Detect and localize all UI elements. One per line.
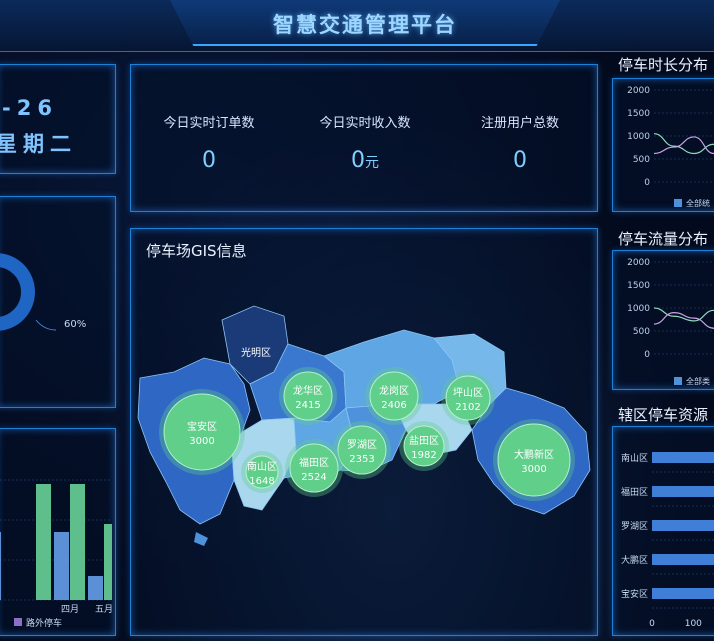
district-bar bbox=[652, 520, 714, 531]
map-island bbox=[194, 532, 208, 546]
district-value-label: 2406 bbox=[381, 400, 406, 411]
district-name-label: 福田区 bbox=[299, 456, 329, 469]
kpi-users-label: 注册用户总数 bbox=[480, 116, 559, 131]
y-tick-label: 2000 bbox=[627, 258, 650, 268]
kpi-panel bbox=[130, 64, 598, 212]
district-value-label: 3000 bbox=[521, 464, 546, 475]
bar-series-a bbox=[54, 532, 69, 600]
bar-month-label: 五月 bbox=[95, 604, 112, 615]
donut-percent-label: 60% bbox=[64, 319, 86, 330]
bar-series-a bbox=[88, 576, 103, 600]
y-tick-label: 1500 bbox=[627, 109, 650, 119]
donut-leader-line bbox=[35, 319, 57, 331]
district-value-label: 3000 bbox=[189, 436, 214, 447]
flow-title: 停车流量分布 bbox=[618, 230, 709, 248]
kpi-orders-label: 今日实时订单数 bbox=[163, 116, 255, 131]
duration-title: 停车时长分布 bbox=[618, 56, 709, 74]
district-value-label: 2102 bbox=[455, 402, 480, 413]
line-legend-swatch bbox=[674, 377, 682, 385]
district-value-label: 1648 bbox=[249, 476, 274, 487]
y-tick-label: 2000 bbox=[627, 86, 650, 96]
bar-month-label: 四月 bbox=[61, 604, 79, 615]
district-name-label: 宝安区 bbox=[187, 420, 217, 433]
kpi-users-value: 0 bbox=[513, 148, 527, 173]
y-tick-label: 1500 bbox=[627, 281, 650, 291]
flow-chart: 2000 1500 1000 500 0 全部类 bbox=[627, 258, 714, 386]
district-value-label: 2524 bbox=[301, 472, 326, 483]
district-bar-label: 宝安区 bbox=[621, 588, 648, 600]
y-tick-label: 1000 bbox=[627, 304, 650, 314]
kpi-income-label: 今日实时收入数 bbox=[319, 116, 411, 131]
district-name-label: 光明区 bbox=[241, 346, 271, 359]
district-value-label: 2415 bbox=[295, 400, 320, 411]
line-legend-label: 全部类 bbox=[686, 376, 710, 386]
district-name-label: 龙岗区 bbox=[379, 384, 409, 397]
bar-series-a bbox=[0, 532, 1, 600]
bar-legend-swatch bbox=[14, 618, 22, 626]
line-legend-swatch bbox=[674, 199, 682, 207]
district-bar-label: 南山区 bbox=[621, 452, 648, 464]
district-name-label: 南山区 bbox=[247, 460, 277, 473]
resources-title: 辖区停车资源 bbox=[618, 406, 709, 424]
y-tick-label: 500 bbox=[633, 327, 650, 337]
weekday-label: 星期二 bbox=[0, 132, 77, 156]
district-bar-label: 大鹏区 bbox=[621, 554, 648, 566]
duration-chart: 2000 1500 1000 500 0 全部统 bbox=[627, 86, 714, 208]
x-tick-label: 0 bbox=[649, 619, 655, 629]
bar-series-b bbox=[36, 484, 51, 600]
x-tick-label: 100 bbox=[685, 619, 702, 629]
y-tick-label: 500 bbox=[633, 155, 650, 165]
district-value-label: 2353 bbox=[349, 454, 374, 465]
resources-chart: 南山区福田区罗湖区大鹏区宝安区 0 100 bbox=[621, 452, 714, 629]
date-fragment: -26 bbox=[2, 96, 58, 120]
district-name-label: 坪山区 bbox=[453, 386, 483, 399]
bar-series-b bbox=[70, 484, 85, 600]
gis-title: 停车场GIS信息 bbox=[146, 242, 247, 260]
district-name-label: 大鹏新区 bbox=[514, 448, 554, 461]
y-tick-label: 1000 bbox=[627, 132, 650, 142]
district-bar bbox=[652, 452, 714, 463]
line-legend-label: 全部统 bbox=[686, 198, 710, 208]
kpi-income-number: 0 bbox=[351, 148, 365, 173]
district-bar bbox=[652, 588, 714, 599]
bar-series-b bbox=[104, 524, 112, 600]
district-name-label: 龙华区 bbox=[293, 384, 323, 397]
donut-ring bbox=[0, 253, 35, 331]
district-bar-label: 福田区 bbox=[621, 486, 648, 498]
district-value-label: 1982 bbox=[411, 450, 436, 461]
district-name-label: 盐田区 bbox=[409, 434, 439, 447]
kpi-income-value: 0元 bbox=[290, 148, 440, 173]
district-bar bbox=[652, 486, 714, 497]
kpi-income-unit: 元 bbox=[365, 155, 379, 171]
y-tick-label: 0 bbox=[644, 178, 650, 188]
kpi-orders-value: 0 bbox=[202, 148, 216, 173]
district-name-label: 罗湖区 bbox=[347, 439, 377, 451]
left-bar-chart: 四月 五月路外停车 bbox=[0, 479, 112, 629]
bar-legend-label: 路外停车 bbox=[26, 617, 62, 629]
district-bar-label: 罗湖区 bbox=[621, 521, 648, 532]
page-title: 智慧交通管理平台 bbox=[273, 13, 457, 37]
donut-chart: 60% bbox=[0, 253, 86, 331]
gis-map: 光明区宝安区 3000 龙华区 2415 龙岗区 2406 坪山区 2102 罗湖区 2353 盐田… bbox=[137, 305, 591, 546]
district-bar bbox=[652, 554, 714, 565]
y-tick-label: 0 bbox=[644, 350, 650, 360]
